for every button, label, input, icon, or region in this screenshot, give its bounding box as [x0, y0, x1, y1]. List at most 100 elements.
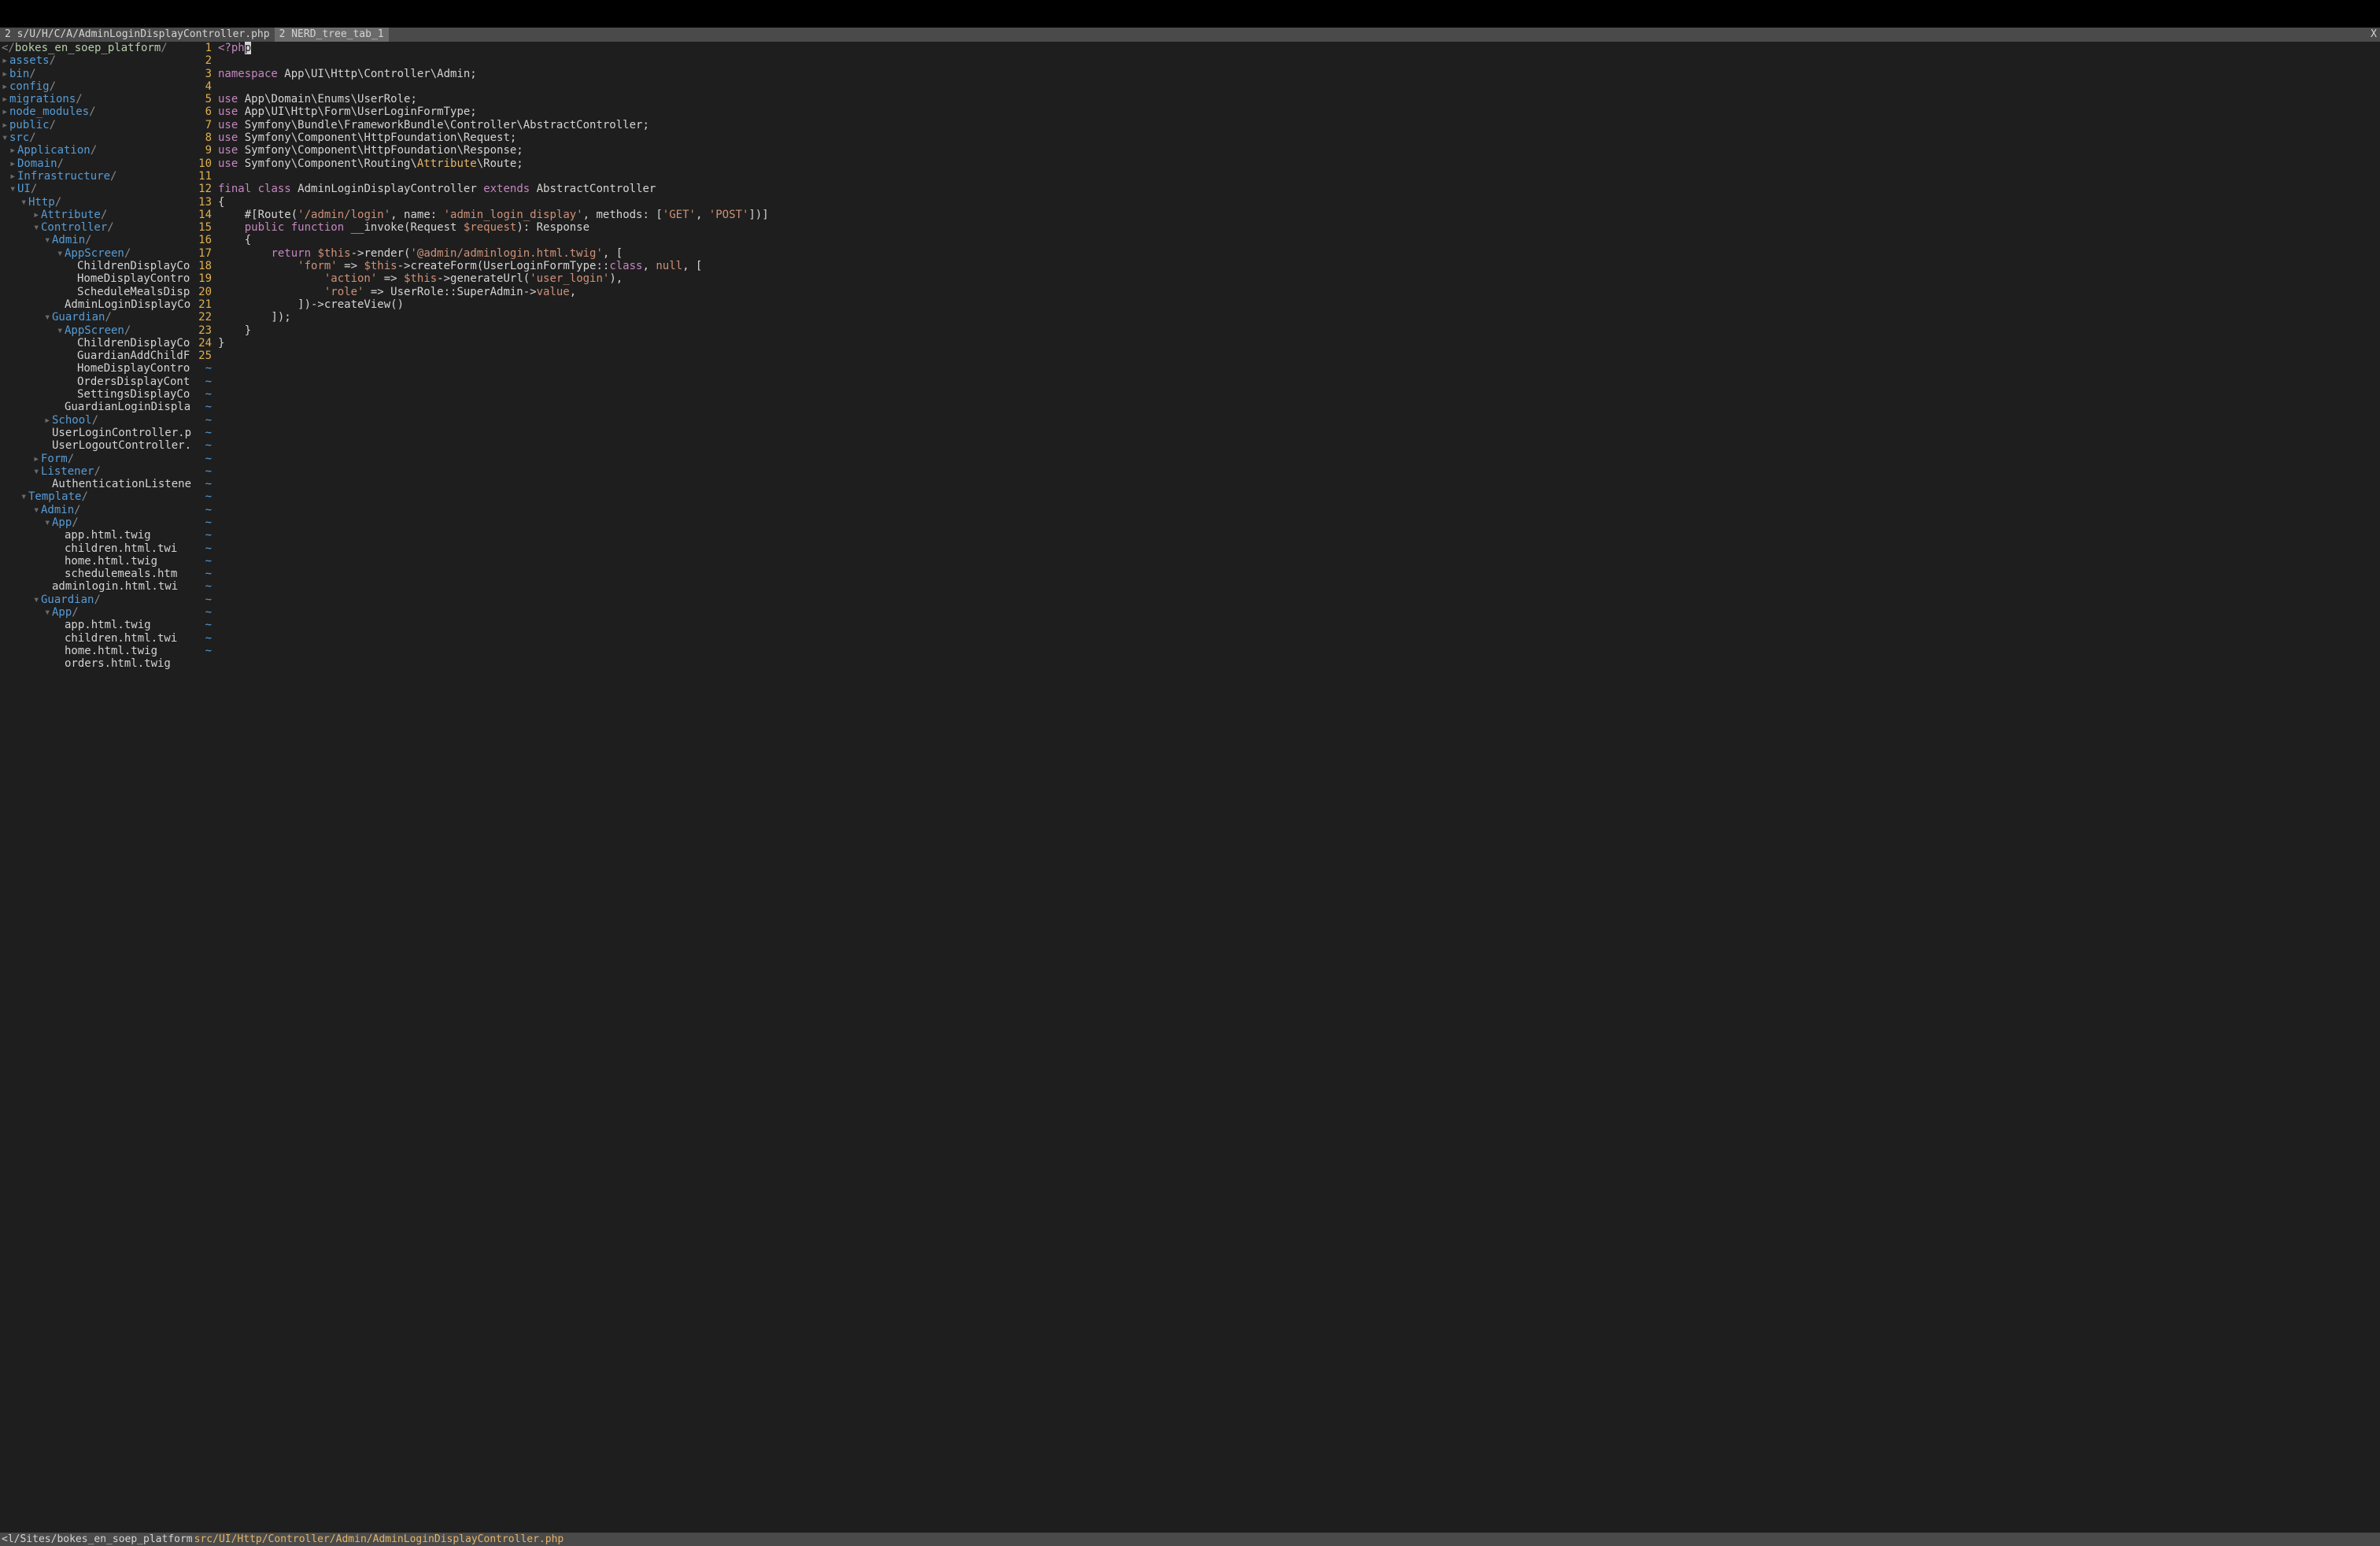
expand-right-icon[interactable]: ▸	[2, 80, 9, 93]
expand-down-icon[interactable]: ▾	[57, 247, 65, 260]
tree-dir-item[interactable]: ▾App/	[0, 606, 191, 619]
tree-dir-item[interactable]: ▸Form/	[0, 453, 191, 465]
tree-file-item[interactable]: UserLogoutController.	[0, 439, 191, 452]
tree-file-item[interactable]: home.html.twig	[0, 555, 191, 568]
tab-close-button[interactable]: X	[2371, 28, 2377, 42]
tree-file-item[interactable]: AdminLoginDisplayCo	[0, 298, 191, 311]
code-line[interactable]: 'form' => $this->createForm(UserLoginFor…	[218, 260, 2380, 272]
tree-file-item[interactable]: UserLoginController.p	[0, 427, 191, 439]
tree-dir-item[interactable]: ▸Infrastructure/	[0, 170, 191, 183]
expand-down-icon[interactable]: ▾	[44, 516, 52, 529]
tree-file-item[interactable]: ScheduleMealsDisp	[0, 286, 191, 298]
expand-right-icon[interactable]: ▸	[33, 209, 41, 221]
expand-down-icon[interactable]: ▾	[9, 183, 17, 195]
code-line[interactable]: use App\UI\Http\Form\UserLoginFormType;	[218, 105, 2380, 118]
tree-dir-item[interactable]: ▸Attribute/	[0, 209, 191, 221]
expand-right-icon[interactable]: ▸	[2, 105, 9, 118]
code-line[interactable]: 'action' => $this->generateUrl('user_log…	[218, 272, 2380, 285]
code-area[interactable]: <?php namespace App\UI\Http\Controller\A…	[216, 42, 2380, 1533]
tree-dir-item[interactable]: ▸Application/	[0, 144, 191, 157]
code-line[interactable]: final class AdminLoginDisplayController …	[218, 183, 2380, 195]
tree-file-item[interactable]: home.html.twig	[0, 645, 191, 657]
code-line[interactable]: }	[218, 324, 2380, 337]
tree-dir-item[interactable]: ▾Http/	[0, 196, 191, 209]
expand-right-icon[interactable]: ▸	[9, 170, 17, 183]
tree-file-item[interactable]: SettingsDisplayCo	[0, 388, 191, 401]
code-line[interactable]: namespace App\UI\Http\Controller\Admin;	[218, 68, 2380, 80]
tree-file-item[interactable]: adminlogin.html.twi	[0, 580, 191, 593]
tab-nerdtree[interactable]: 2 NERD_tree_tab_1	[275, 28, 389, 42]
tree-file-item[interactable]: app.html.twig	[0, 529, 191, 542]
tree-file-item[interactable]: GuardianAddChildF	[0, 350, 191, 362]
tree-file-item[interactable]: ChildrenDisplayCo	[0, 260, 191, 272]
tree-dir-item[interactable]: ▸assets/	[0, 54, 191, 67]
tree-file-item[interactable]: orders.html.twig	[0, 657, 191, 670]
tree-dir-item[interactable]: ▾App/	[0, 516, 191, 529]
expand-down-icon[interactable]: ▾	[2, 131, 9, 144]
nerdtree-panel[interactable]: </bokes_en_soep_platform/ ▸assets/▸bin/▸…	[0, 42, 191, 1533]
expand-down-icon[interactable]: ▾	[33, 465, 41, 478]
code-line[interactable]: use Symfony\Component\HttpFoundation\Res…	[218, 144, 2380, 157]
code-line[interactable]: 'role' => UserRole::SuperAdmin->value,	[218, 286, 2380, 298]
code-line[interactable]	[218, 350, 2380, 362]
tree-dir-item[interactable]: ▸bin/	[0, 68, 191, 80]
tree-dir-item[interactable]: ▾Admin/	[0, 504, 191, 516]
expand-right-icon[interactable]: ▸	[9, 157, 17, 170]
tab-editor[interactable]: 2 s/U/H/C/A/AdminLoginDisplayController.…	[0, 28, 275, 42]
expand-right-icon[interactable]: ▸	[33, 453, 41, 465]
expand-down-icon[interactable]: ▾	[33, 221, 41, 234]
editor-panel[interactable]: 1234567891011121314151617181920212223242…	[191, 42, 2380, 1533]
expand-right-icon[interactable]: ▸	[9, 144, 17, 157]
expand-down-icon[interactable]: ▾	[20, 490, 28, 503]
expand-down-icon[interactable]: ▾	[44, 234, 52, 246]
code-line[interactable]	[218, 54, 2380, 67]
tree-dir-item[interactable]: ▾src/	[0, 131, 191, 144]
tree-file-item[interactable]: children.html.twi	[0, 632, 191, 645]
expand-down-icon[interactable]: ▾	[33, 594, 41, 606]
code-line[interactable]	[218, 80, 2380, 93]
tree-file-item[interactable]: AuthenticationListene	[0, 478, 191, 490]
tree-dir-item[interactable]: ▸School/	[0, 414, 191, 427]
expand-right-icon[interactable]: ▸	[2, 54, 9, 67]
expand-right-icon[interactable]: ▸	[44, 414, 52, 427]
code-line[interactable]: #[Route('/admin/login', name: 'admin_log…	[218, 209, 2380, 221]
tree-file-item[interactable]: children.html.twi	[0, 542, 191, 555]
tree-dir-item[interactable]: ▾AppScreen/	[0, 247, 191, 260]
expand-down-icon[interactable]: ▾	[44, 606, 52, 619]
code-line[interactable]: }	[218, 337, 2380, 350]
tree-dir-item[interactable]: ▸node_modules/	[0, 105, 191, 118]
code-line[interactable]: <?php	[218, 42, 2380, 54]
code-line[interactable]: ]);	[218, 311, 2380, 324]
tree-file-item[interactable]: ChildrenDisplayCo	[0, 337, 191, 350]
code-line[interactable]: return $this->render('@admin/adminlogin.…	[218, 247, 2380, 260]
code-line[interactable]: ])->createView()	[218, 298, 2380, 311]
tree-dir-item[interactable]: ▸public/	[0, 119, 191, 131]
tree-dir-item[interactable]: ▾Guardian/	[0, 311, 191, 324]
tree-file-item[interactable]: app.html.twig	[0, 619, 191, 631]
expand-down-icon[interactable]: ▾	[57, 324, 65, 337]
tree-dir-item[interactable]: ▾Guardian/	[0, 594, 191, 606]
tree-dir-item[interactable]: ▸config/	[0, 80, 191, 93]
tree-file-item[interactable]: GuardianLoginDispla	[0, 401, 191, 413]
tree-file-item[interactable]: HomeDisplayContro	[0, 362, 191, 375]
code-line[interactable]: use Symfony\Component\Routing\Attribute\…	[218, 157, 2380, 170]
tree-dir-item[interactable]: ▾AppScreen/	[0, 324, 191, 337]
code-line[interactable]: use Symfony\Bundle\FrameworkBundle\Contr…	[218, 119, 2380, 131]
tree-file-item[interactable]: HomeDisplayContro	[0, 272, 191, 285]
tree-dir-item[interactable]: ▾Controller/	[0, 221, 191, 234]
expand-right-icon[interactable]: ▸	[2, 93, 9, 105]
code-line[interactable]: {	[218, 196, 2380, 209]
tree-root[interactable]: </bokes_en_soep_platform/	[0, 42, 191, 54]
tree-dir-item[interactable]: ▸Domain/	[0, 157, 191, 170]
code-line[interactable]: use Symfony\Component\HttpFoundation\Req…	[218, 131, 2380, 144]
expand-right-icon[interactable]: ▸	[2, 119, 9, 131]
code-line[interactable]: use App\Domain\Enums\UserRole;	[218, 93, 2380, 105]
code-line[interactable]: public function __invoke(Request $reques…	[218, 221, 2380, 234]
expand-right-icon[interactable]: ▸	[2, 68, 9, 80]
expand-down-icon[interactable]: ▾	[33, 504, 41, 516]
tree-dir-item[interactable]: ▾Template/	[0, 490, 191, 503]
expand-down-icon[interactable]: ▾	[44, 311, 52, 324]
tree-file-item[interactable]: OrdersDisplayCont	[0, 375, 191, 388]
tree-dir-item[interactable]: ▾Listener/	[0, 465, 191, 478]
expand-down-icon[interactable]: ▾	[20, 196, 28, 209]
